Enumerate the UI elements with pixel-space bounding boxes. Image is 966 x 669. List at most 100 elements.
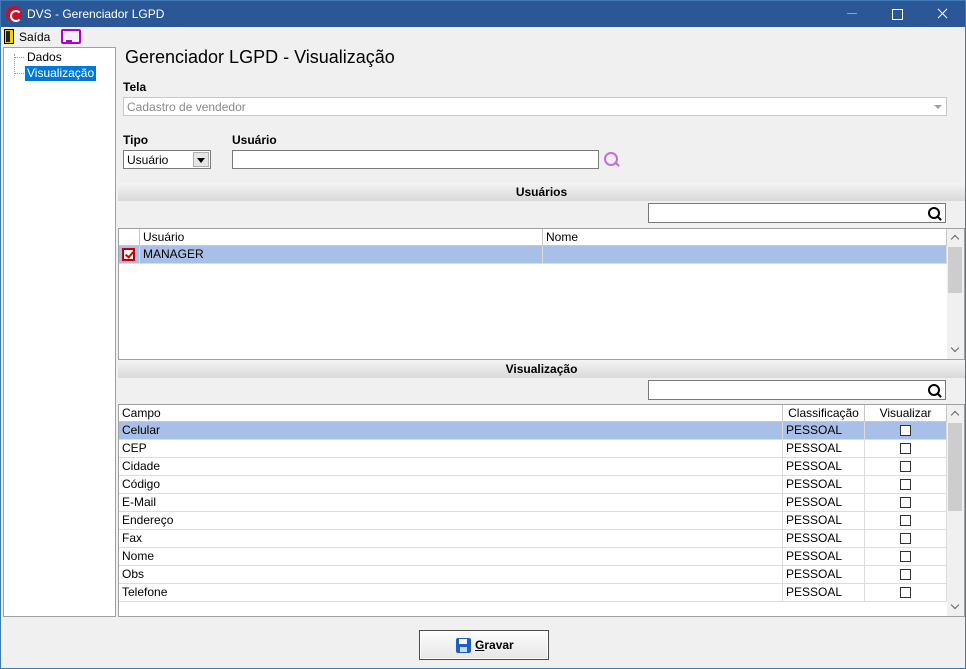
classificacao-cell: PESSOAL: [783, 530, 865, 547]
usuarios-filter-input[interactable]: [648, 203, 946, 223]
table-row[interactable]: Endereço PESSOAL: [119, 512, 947, 530]
visualizacao-scrollbar[interactable]: [947, 405, 964, 616]
column-header-visualizar[interactable]: Visualizar: [865, 405, 947, 422]
table-row[interactable]: E-Mail PESSOAL: [119, 494, 947, 512]
tree-connector: [15, 73, 24, 74]
classificacao-cell: PESSOAL: [783, 476, 865, 493]
nome-cell: [543, 246, 947, 263]
exit-menu-label: Saída: [19, 29, 51, 44]
column-header-check: [119, 229, 140, 246]
usuario-input[interactable]: [232, 150, 599, 169]
exit-menu-item[interactable]: Saída: [4, 28, 50, 45]
usuarios-grid-header: Usuário Nome: [119, 229, 947, 246]
classificacao-cell: PESSOAL: [783, 422, 865, 439]
scroll-thumb[interactable]: [948, 247, 962, 293]
scroll-up-icon[interactable]: [947, 229, 964, 246]
tela-select[interactable]: Cadastro de vendedor: [123, 97, 947, 116]
table-row[interactable]: Obs PESSOAL: [119, 566, 947, 584]
tree-connector: [15, 57, 24, 58]
visualizar-checkbox[interactable]: [900, 569, 911, 580]
column-header-nome[interactable]: Nome: [543, 229, 947, 246]
tipo-select[interactable]: Usuário: [123, 150, 211, 169]
scroll-down-icon[interactable]: [947, 599, 964, 616]
visualizar-checkbox[interactable]: [900, 551, 911, 562]
tipo-select-value: Usuário: [127, 153, 169, 167]
visualizar-cell: [865, 530, 947, 547]
tipo-label: Tipo: [123, 133, 149, 147]
visualizar-cell: [865, 458, 947, 475]
tela-select-value: Cadastro de vendedor: [127, 100, 246, 114]
main-window: DVS - Gerenciador LGPD Saída Dados Visua…: [0, 0, 966, 669]
table-row[interactable]: MANAGER: [119, 246, 947, 264]
visualizacao-filter-input[interactable]: [648, 380, 946, 400]
minimize-button[interactable]: [829, 1, 875, 27]
maximize-button[interactable]: [875, 1, 921, 27]
visualizar-cell: [865, 566, 947, 583]
table-row[interactable]: Código PESSOAL: [119, 476, 947, 494]
classificacao-cell: PESSOAL: [783, 512, 865, 529]
usuarios-section-header: Usuários: [118, 183, 965, 201]
campo-cell: Obs: [119, 566, 783, 583]
visualizar-cell: [865, 512, 947, 529]
scroll-down-icon[interactable]: [947, 342, 964, 359]
visualizar-checkbox[interactable]: [900, 443, 911, 454]
save-label-rest: ravar: [484, 638, 514, 652]
column-header-classificacao[interactable]: Classificação: [783, 405, 865, 422]
tela-label: Tela: [123, 80, 147, 94]
campo-cell: Telefone: [119, 584, 783, 601]
close-button[interactable]: [919, 1, 965, 27]
chevron-down-icon[interactable]: [193, 152, 209, 167]
usuario-label: Usuário: [232, 133, 277, 147]
classificacao-cell: PESSOAL: [783, 584, 865, 601]
visualizar-checkbox[interactable]: [900, 425, 911, 436]
visualizacao-section-header: Visualização: [118, 360, 965, 378]
row-checkbox[interactable]: [122, 248, 135, 261]
save-button[interactable]: Gravar: [419, 630, 549, 660]
search-icon[interactable]: [928, 384, 942, 398]
table-row[interactable]: CEP PESSOAL: [119, 440, 947, 458]
search-icon[interactable]: [928, 207, 942, 221]
visualizar-cell: [865, 584, 947, 601]
app-logo-icon: [6, 6, 22, 22]
campo-cell: E-Mail: [119, 494, 783, 511]
visualizar-cell: [865, 494, 947, 511]
chevron-down-icon[interactable]: [930, 99, 945, 114]
column-header-usuario[interactable]: Usuário: [140, 229, 543, 246]
tree-item-dados[interactable]: Dados: [25, 50, 64, 65]
usuarios-scrollbar[interactable]: [947, 229, 964, 359]
search-icon[interactable]: [603, 151, 621, 169]
title-bar[interactable]: DVS - Gerenciador LGPD: [1, 1, 965, 27]
classificacao-cell: PESSOAL: [783, 458, 865, 475]
scroll-up-icon[interactable]: [947, 405, 964, 422]
navigation-tree: Dados Visualização: [3, 47, 116, 617]
visualizar-checkbox[interactable]: [900, 587, 911, 598]
scroll-thumb[interactable]: [948, 423, 962, 511]
visualizacao-grid: Campo Classificação Visualizar Celular PE…: [118, 404, 965, 617]
menu-bar: Saída: [1, 27, 965, 46]
classificacao-cell: PESSOAL: [783, 566, 865, 583]
save-button-label: Gravar: [475, 638, 514, 652]
visualizar-checkbox[interactable]: [900, 461, 911, 472]
campo-cell: Celular: [119, 422, 783, 439]
visualizar-checkbox[interactable]: [900, 533, 911, 544]
table-row[interactable]: Celular PESSOAL: [119, 422, 947, 440]
visualizar-checkbox[interactable]: [900, 479, 911, 490]
classificacao-cell: PESSOAL: [783, 548, 865, 565]
campo-cell: Fax: [119, 530, 783, 547]
visualizar-cell: [865, 422, 947, 439]
tree-item-visualizacao[interactable]: Visualização: [25, 66, 97, 81]
visualizar-checkbox[interactable]: [900, 515, 911, 526]
visualizar-checkbox[interactable]: [900, 497, 911, 508]
visualizar-cell: [865, 440, 947, 457]
table-row[interactable]: Cidade PESSOAL: [119, 458, 947, 476]
page-title: Gerenciador LGPD - Visualização: [125, 47, 395, 67]
save-hotkey: G: [475, 638, 485, 652]
table-row[interactable]: Telefone PESSOAL: [119, 584, 947, 602]
window-title: DVS - Gerenciador LGPD: [27, 7, 165, 21]
table-row[interactable]: Fax PESSOAL: [119, 530, 947, 548]
campo-cell: Cidade: [119, 458, 783, 475]
column-header-campo[interactable]: Campo: [119, 405, 783, 422]
monitor-icon[interactable]: [61, 29, 81, 44]
visualizar-cell: [865, 548, 947, 565]
table-row[interactable]: Nome PESSOAL: [119, 548, 947, 566]
